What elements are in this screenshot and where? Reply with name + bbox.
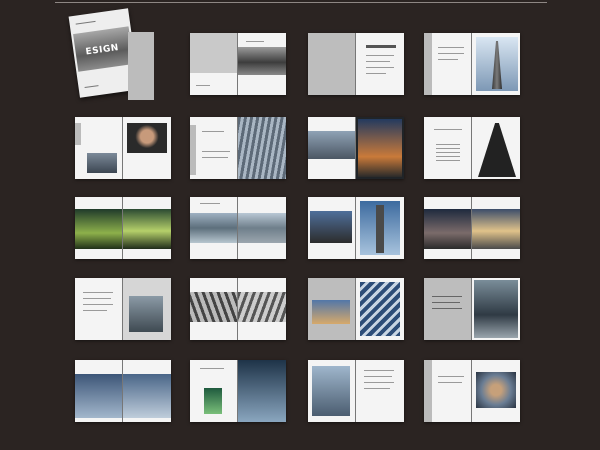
spread-r1c2[interactable] (190, 33, 286, 95)
spread-r2c1[interactable] (75, 117, 171, 179)
cover-back-page (128, 32, 154, 100)
spread-r4c3[interactable] (308, 278, 404, 340)
spread-r1c4[interactable] (424, 33, 520, 95)
spread-r5c1[interactable] (75, 360, 171, 422)
spread-r3c4[interactable] (424, 197, 520, 259)
top-rule (55, 2, 547, 3)
spread-r3c2[interactable] (190, 197, 286, 259)
spread-r1c3[interactable] (308, 33, 404, 95)
spread-r5c4[interactable] (424, 360, 520, 422)
spread-r2c4[interactable] (424, 117, 520, 179)
spread-r3c3[interactable] (308, 197, 404, 259)
spread-r5c2[interactable] (190, 360, 286, 422)
spread-r4c1[interactable] (75, 278, 171, 340)
spread-r2c3[interactable] (308, 117, 404, 179)
spread-r5c3[interactable] (308, 360, 404, 422)
spread-r2c2[interactable] (190, 117, 286, 179)
spread-r3c1[interactable] (75, 197, 171, 259)
spread-r4c4[interactable] (424, 278, 520, 340)
spread-r4c2[interactable] (190, 278, 286, 340)
